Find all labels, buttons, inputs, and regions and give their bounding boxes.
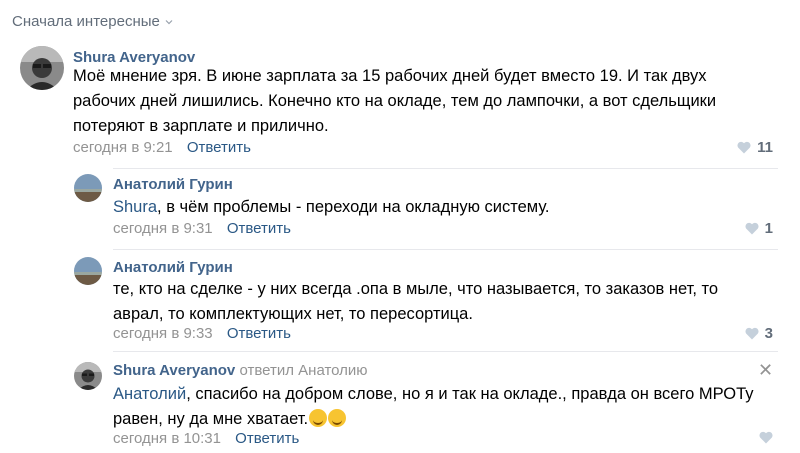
comment-text: Анатолий, спасибо на добром слове, но я … <box>113 382 783 432</box>
comment-text: Shura, в чём проблемы - переходи на окла… <box>113 195 773 220</box>
reply-button[interactable]: Ответить <box>227 220 291 237</box>
like-count: 3 <box>764 325 773 342</box>
avatar[interactable] <box>74 362 102 390</box>
rofl-emoji-icon <box>309 409 328 427</box>
comment-meta: сегодня в 9:21 Ответить <box>73 139 251 156</box>
mention-link[interactable]: Анатолий <box>113 385 186 403</box>
comment-text-line: те, кто на сделке - у них всегда .опа в … <box>113 280 719 298</box>
reply-button[interactable]: Ответить <box>227 325 291 342</box>
comment-text-line: Моё мнение зря. В июне зарплата за 15 ра… <box>73 67 707 85</box>
divider <box>113 351 778 352</box>
comment-text: те, кто на сделке - у них всегда .опа в … <box>113 277 783 327</box>
mention-link[interactable]: Shura <box>113 198 157 216</box>
like-button[interactable]: 1 <box>745 220 773 237</box>
comment-text-line: рабочих дней лишились. Конечно кто на ок… <box>73 92 717 110</box>
comment-meta: сегодня в 9:31 Ответить <box>113 220 291 237</box>
sort-dropdown[interactable]: Сначала интересные <box>12 13 173 30</box>
comment-author[interactable]: Анатолий Гурин <box>113 259 233 276</box>
comment-text-line: аврал, то комплектующих нет, то пересорт… <box>113 305 473 323</box>
comment-meta: сегодня в 9:33 Ответить <box>113 325 291 342</box>
heart-icon <box>745 327 759 340</box>
avatar[interactable] <box>20 46 64 90</box>
avatar[interactable] <box>74 257 102 285</box>
comment-time[interactable]: сегодня в 9:33 <box>113 325 213 342</box>
close-icon[interactable]: ✕ <box>758 360 773 381</box>
replied-to[interactable]: ответил Анатолию <box>239 362 367 379</box>
comment-text-body: равен, ну да мне хватает. <box>113 410 309 428</box>
comment-time[interactable]: сегодня в 9:21 <box>73 139 173 156</box>
reply-button[interactable]: Ответить <box>235 430 299 447</box>
like-button[interactable] <box>759 431 773 444</box>
chevron-down-icon <box>165 19 173 24</box>
comment-time[interactable]: сегодня в 10:31 <box>113 430 221 447</box>
divider <box>113 249 778 250</box>
like-count: 1 <box>764 220 773 237</box>
comment-text-body: , спасибо на добром слове, но я и так на… <box>186 385 754 403</box>
like-button[interactable]: 3 <box>745 325 773 342</box>
comment-text-line: потеряют в зарплате и прилично. <box>73 117 329 135</box>
wink-emoji-icon <box>328 409 347 427</box>
comment-text: Моё мнение зря. В июне зарплата за 15 ра… <box>73 64 773 139</box>
like-button[interactable]: 11 <box>737 139 773 156</box>
comment-author[interactable]: Shura Averyanov ответил Анатолию <box>113 362 368 379</box>
comment-time[interactable]: сегодня в 9:31 <box>113 220 213 237</box>
heart-icon <box>737 141 751 154</box>
author-name[interactable]: Shura Averyanov <box>113 362 235 379</box>
heart-icon <box>745 222 759 235</box>
sort-label: Сначала интересные <box>12 13 160 30</box>
avatar[interactable] <box>74 174 102 202</box>
comment-text-line: равен, ну да мне хватает. <box>113 407 783 432</box>
divider <box>113 168 778 169</box>
comment-author[interactable]: Анатолий Гурин <box>113 176 233 193</box>
like-count: 11 <box>757 139 773 156</box>
comment-text-line: Анатолий, спасибо на добром слове, но я … <box>113 382 783 407</box>
reply-button[interactable]: Ответить <box>187 139 251 156</box>
heart-icon <box>759 431 773 444</box>
comment-text-body: , в чём проблемы - переходи на окладную … <box>157 198 550 216</box>
comment-meta: сегодня в 10:31 Ответить <box>113 430 299 447</box>
